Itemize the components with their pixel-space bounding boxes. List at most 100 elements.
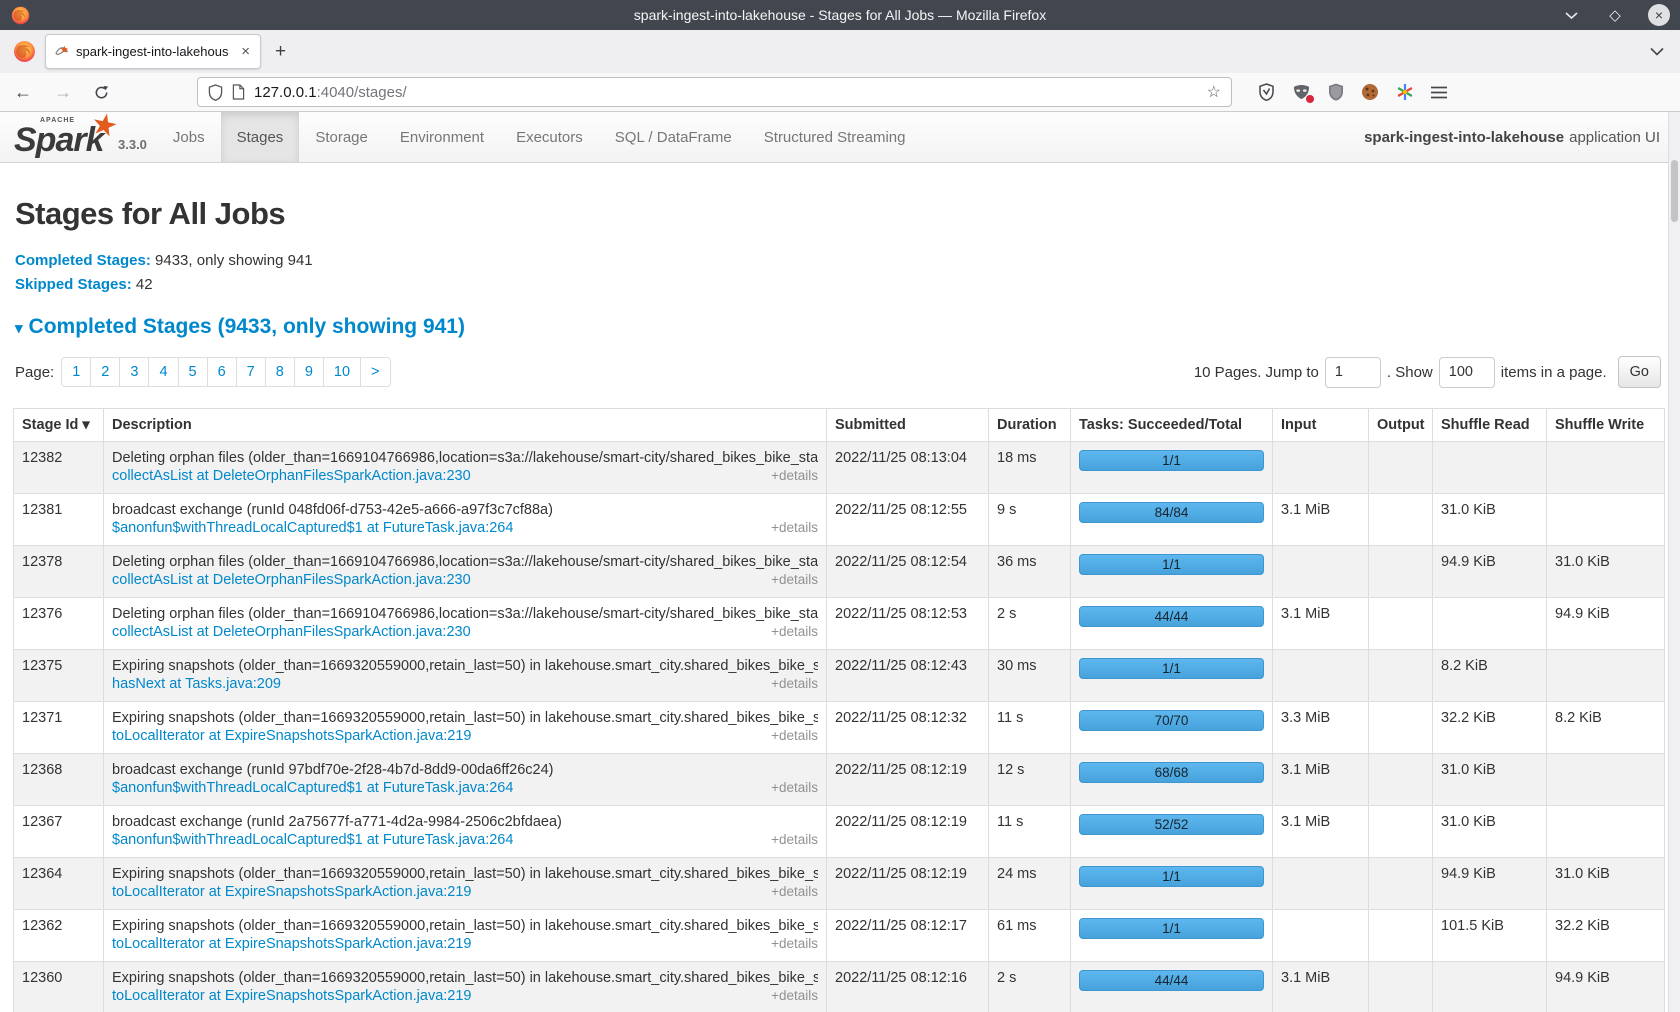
output-cell bbox=[1369, 494, 1433, 546]
details-toggle[interactable]: +details bbox=[771, 936, 818, 951]
menu-icon[interactable] bbox=[1431, 86, 1447, 99]
details-toggle[interactable]: +details bbox=[771, 780, 818, 795]
nav-tab-environment[interactable]: Environment bbox=[384, 112, 500, 162]
url-text[interactable]: 127.0.0.1:4040/stages/ bbox=[254, 84, 1198, 101]
completed-stages-value: 9433, only showing 941 bbox=[155, 252, 313, 269]
details-toggle[interactable]: +details bbox=[771, 832, 818, 847]
details-toggle[interactable]: +details bbox=[771, 884, 818, 899]
stage-callsite-link[interactable]: hasNext at Tasks.java:209 bbox=[112, 676, 281, 692]
page-button-9[interactable]: 9 bbox=[294, 357, 324, 387]
cookie-icon[interactable] bbox=[1361, 83, 1379, 101]
firefox-icon bbox=[10, 5, 31, 26]
scrollbar-thumb[interactable] bbox=[1671, 160, 1678, 222]
stage-description: Expiring snapshots (older_than=166932055… bbox=[112, 970, 818, 986]
input-cell bbox=[1273, 442, 1369, 494]
submitted-cell: 2022/11/25 08:12:19 bbox=[827, 806, 989, 858]
page-button-5[interactable]: 5 bbox=[178, 357, 208, 387]
browser-tab[interactable]: spark-ingest-into-lakehous × bbox=[45, 34, 261, 69]
tab-close-icon[interactable]: × bbox=[239, 43, 252, 60]
reload-icon[interactable] bbox=[94, 85, 109, 100]
tracking-shield-icon[interactable] bbox=[208, 84, 223, 101]
details-toggle[interactable]: +details bbox=[771, 988, 818, 1003]
section-title: Completed Stages (9433, only showing 941… bbox=[29, 315, 465, 338]
show-label: . Show bbox=[1387, 364, 1433, 381]
details-toggle[interactable]: +details bbox=[771, 520, 818, 535]
column-header-submitted[interactable]: Submitted bbox=[827, 409, 989, 442]
stage-callsite-link[interactable]: $anonfun$withThreadLocalCaptured$1 at Fu… bbox=[112, 520, 513, 536]
stage-callsite-link[interactable]: $anonfun$withThreadLocalCaptured$1 at Fu… bbox=[112, 832, 513, 848]
stage-callsite-link[interactable]: toLocalIterator at ExpireSnapshotsSparkA… bbox=[112, 988, 472, 1004]
stage-callsite-link[interactable]: collectAsList at DeleteOrphanFilesSparkA… bbox=[112, 468, 471, 484]
skipped-stages-label[interactable]: Skipped Stages: bbox=[15, 276, 132, 293]
forward-button[interactable]: → bbox=[54, 82, 72, 103]
page-button-8[interactable]: 8 bbox=[265, 357, 295, 387]
pagination-row: Page: 12345678910> 10 Pages. Jump to . S… bbox=[15, 356, 1680, 388]
input-cell: 3.1 MiB bbox=[1273, 494, 1369, 546]
page-button-10[interactable]: 10 bbox=[323, 357, 361, 387]
stage-callsite-link[interactable]: toLocalIterator at ExpireSnapshotsSparkA… bbox=[112, 936, 472, 952]
stage-callsite-link[interactable]: collectAsList at DeleteOrphanFilesSparkA… bbox=[112, 572, 471, 588]
tasks-progress-bar: 52/52 bbox=[1079, 814, 1264, 835]
close-button[interactable]: × bbox=[1648, 4, 1670, 26]
details-toggle[interactable]: +details bbox=[771, 624, 818, 639]
column-header-stage-id[interactable]: Stage Id ▾ bbox=[14, 409, 104, 442]
column-header-shuffle-write[interactable]: Shuffle Write bbox=[1547, 409, 1665, 442]
details-toggle[interactable]: +details bbox=[771, 572, 818, 587]
column-header-shuffle-read[interactable]: Shuffle Read bbox=[1433, 409, 1547, 442]
page-button-group: 12345678910> bbox=[61, 357, 390, 387]
maximize-button[interactable]: ◇ bbox=[1604, 4, 1626, 26]
completed-stages-section-toggle[interactable]: ▾Completed Stages (9433, only showing 94… bbox=[15, 315, 1680, 339]
page-info-icon[interactable] bbox=[232, 84, 245, 100]
nav-tab-executors[interactable]: Executors bbox=[500, 112, 599, 162]
column-header-output[interactable]: Output bbox=[1369, 409, 1433, 442]
stage-callsite-link[interactable]: $anonfun$withThreadLocalCaptured$1 at Fu… bbox=[112, 780, 513, 796]
nav-tab-jobs[interactable]: Jobs bbox=[157, 112, 221, 162]
stage-description: broadcast exchange (runId 97bdf70e-2f28-… bbox=[112, 762, 818, 778]
column-header-input[interactable]: Input bbox=[1273, 409, 1369, 442]
column-header-duration[interactable]: Duration bbox=[989, 409, 1071, 442]
shuffle-write-cell: 32.2 KiB bbox=[1547, 910, 1665, 962]
page-button-1[interactable]: 1 bbox=[61, 357, 91, 387]
column-header-description[interactable]: Description bbox=[104, 409, 827, 442]
shield-extension-icon[interactable] bbox=[1258, 83, 1275, 101]
page-button-4[interactable]: 4 bbox=[148, 357, 178, 387]
nav-tab-stages[interactable]: Stages bbox=[221, 112, 300, 162]
column-header-tasks-succeeded-total[interactable]: Tasks: Succeeded/Total bbox=[1071, 409, 1273, 442]
nav-tab-sql-dataframe[interactable]: SQL / DataFrame bbox=[599, 112, 748, 162]
input-cell: 3.1 MiB bbox=[1273, 962, 1369, 1012]
go-button[interactable]: Go bbox=[1618, 356, 1661, 388]
duration-cell: 18 ms bbox=[989, 442, 1071, 494]
details-toggle[interactable]: +details bbox=[771, 728, 818, 743]
tasks-progress-label: 52/52 bbox=[1155, 817, 1189, 832]
page-button-2[interactable]: 2 bbox=[90, 357, 120, 387]
page-button-7[interactable]: 7 bbox=[236, 357, 266, 387]
details-toggle[interactable]: +details bbox=[771, 468, 818, 483]
shuffle-write-cell bbox=[1547, 650, 1665, 702]
submitted-cell: 2022/11/25 08:12:19 bbox=[827, 754, 989, 806]
items-per-page-input[interactable] bbox=[1439, 357, 1495, 388]
page-scrollbar[interactable] bbox=[1668, 112, 1680, 1012]
back-button[interactable]: ← bbox=[14, 82, 32, 103]
stage-callsite-link[interactable]: collectAsList at DeleteOrphanFilesSparkA… bbox=[112, 624, 471, 640]
table-row: 12371 Expiring snapshots (older_than=166… bbox=[14, 702, 1665, 754]
submitted-cell: 2022/11/25 08:12:17 bbox=[827, 910, 989, 962]
page-button-6[interactable]: 6 bbox=[207, 357, 237, 387]
ublock-icon[interactable] bbox=[1328, 83, 1344, 101]
details-toggle[interactable]: +details bbox=[771, 676, 818, 691]
container-mask-icon[interactable] bbox=[1292, 84, 1311, 101]
page-button-3[interactable]: 3 bbox=[119, 357, 149, 387]
page-button-next[interactable]: > bbox=[360, 357, 390, 387]
url-bar[interactable]: 127.0.0.1:4040/stages/ ☆ bbox=[197, 77, 1232, 107]
list-all-tabs-icon[interactable] bbox=[1650, 47, 1664, 56]
colorful-asterisk-icon[interactable] bbox=[1396, 83, 1414, 101]
completed-stages-label[interactable]: Completed Stages: bbox=[15, 252, 151, 269]
nav-tab-storage[interactable]: Storage bbox=[299, 112, 384, 162]
jump-to-page-input[interactable] bbox=[1325, 357, 1381, 388]
minimize-button[interactable] bbox=[1560, 4, 1582, 26]
nav-tab-structured-streaming[interactable]: Structured Streaming bbox=[748, 112, 922, 162]
bookmark-star-icon[interactable]: ☆ bbox=[1207, 82, 1221, 102]
stage-id-cell: 12362 bbox=[14, 910, 104, 962]
new-tab-button[interactable]: + bbox=[275, 41, 286, 63]
stage-callsite-link[interactable]: toLocalIterator at ExpireSnapshotsSparkA… bbox=[112, 728, 472, 744]
stage-callsite-link[interactable]: toLocalIterator at ExpireSnapshotsSparkA… bbox=[112, 884, 472, 900]
